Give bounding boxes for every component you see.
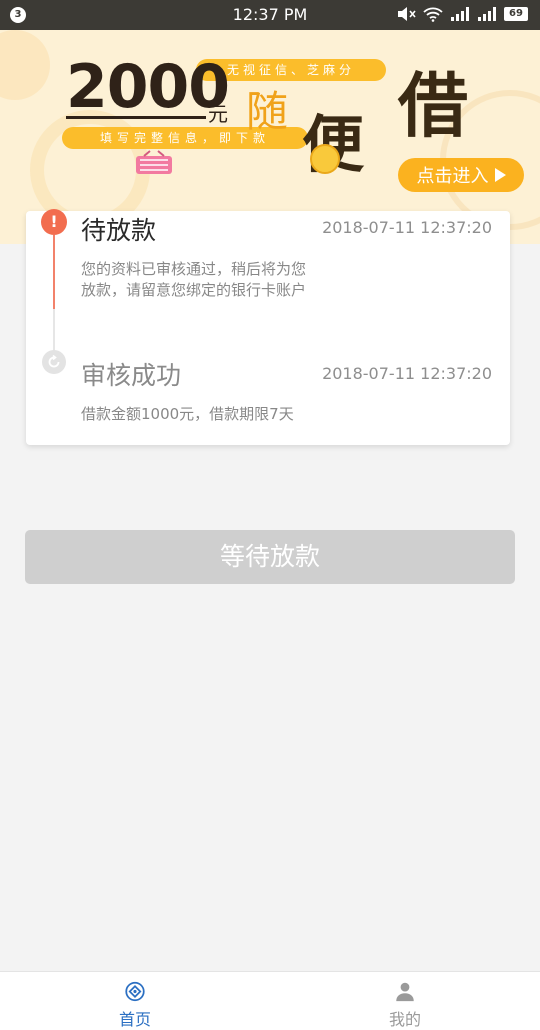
banner-amount: 2000: [66, 52, 230, 122]
nav-item-label: 首页: [118, 1010, 151, 1029]
wifi-icon: [423, 7, 443, 22]
nav-item-label: 我的: [388, 1010, 421, 1029]
play-arrow-icon: [494, 168, 506, 182]
mute-icon: [398, 7, 416, 21]
bottom-nav: 首页 我的: [0, 971, 540, 1030]
wait-disbursement-button[interactable]: 等待放款: [25, 530, 515, 584]
timeline-step-time: 2018-07-11 12:37:20: [322, 218, 492, 237]
alert-icon: !: [41, 209, 67, 235]
coin-icon: [310, 144, 340, 174]
nav-item-home[interactable]: 首页: [0, 972, 270, 1030]
loan-status-card: ! 待放款 2018-07-11 12:37:20 您的资料已审核通过，稍后将为…: [26, 209, 510, 445]
banner-amount-unit: 元: [208, 102, 228, 126]
nav-item-mine[interactable]: 我的: [270, 972, 540, 1030]
banner-slogan-char: 随: [246, 87, 289, 136]
shopping-basket-icon: [136, 150, 172, 174]
timeline-step-description: 借款金额1000元，借款期限7天: [81, 405, 294, 423]
signal-icon: [451, 7, 469, 21]
user-icon: [396, 982, 414, 1002]
status-icons: 69: [396, 6, 528, 22]
timeline-step-title: 审核成功: [81, 361, 182, 390]
enter-button-label: 点击进入: [416, 166, 489, 187]
banner-slogan-char: 借: [398, 64, 468, 147]
status-bar: 3 12:37 PM 69: [0, 0, 540, 30]
refresh-icon: [42, 350, 66, 374]
timeline-connector: [53, 309, 55, 351]
signal-icon: [478, 7, 496, 21]
timeline-connector: [53, 235, 55, 309]
battery-icon: 69: [504, 7, 528, 21]
timeline-step-description: 您的资料已审核通过，稍后将为您放款，请留意您绑定的银行卡账户: [81, 260, 307, 299]
timeline-step-title: 待放款: [81, 216, 157, 245]
enter-button[interactable]: 点击进入: [398, 158, 524, 192]
home-icon: [125, 981, 145, 1002]
timeline-step-time: 2018-07-11 12:37:20: [322, 364, 492, 383]
amount-underline: [66, 116, 206, 119]
banner-decoration: [0, 30, 50, 100]
